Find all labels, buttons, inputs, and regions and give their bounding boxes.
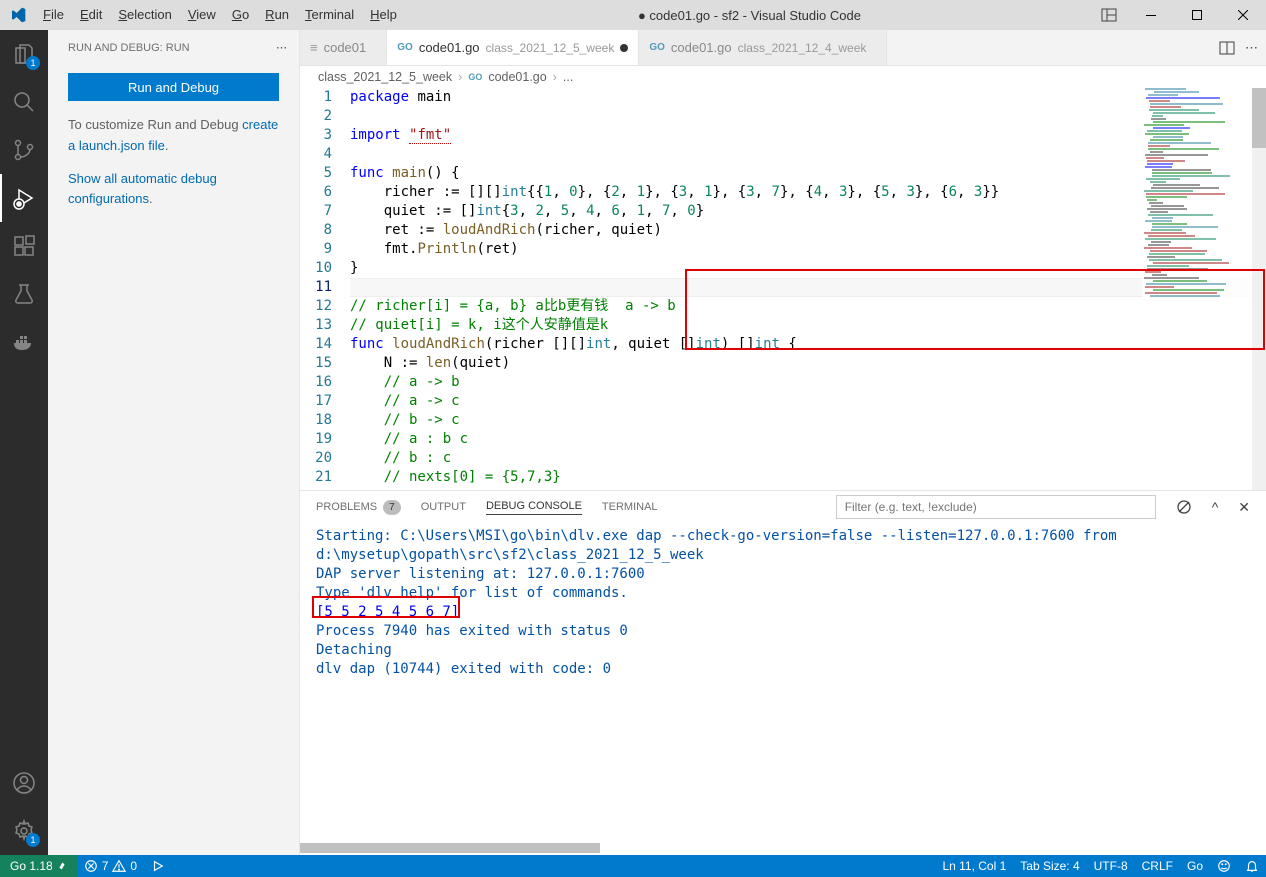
breadcrumb[interactable]: class_2021_12_5_week› GOcode01.go› ... <box>300 66 1266 88</box>
explorer-icon[interactable]: 1 <box>0 30 48 78</box>
bottom-panel: PROBLEMS7 OUTPUT DEBUG CONSOLE TERMINAL … <box>300 490 1266 855</box>
tab-output[interactable]: OUTPUT <box>421 501 466 513</box>
sidebar-title: RUN AND DEBUG: RUN <box>68 42 190 54</box>
layout-customize-icon[interactable] <box>1094 0 1124 30</box>
extensions-icon[interactable] <box>0 222 48 270</box>
tab-problems[interactable]: PROBLEMS7 <box>316 500 401 515</box>
sidebar-more-icon[interactable]: ⋯ <box>276 41 287 54</box>
menu-run[interactable]: Run <box>257 0 297 30</box>
problems-count-badge: 7 <box>383 500 401 515</box>
docker-icon[interactable] <box>0 318 48 366</box>
run-and-debug-button[interactable]: Run and Debug <box>68 73 279 101</box>
tab-filename: code01.go <box>419 40 480 55</box>
console-line: dlv dap (10744) exited with code: 0 <box>316 660 1250 679</box>
status-debug-start-icon[interactable] <box>144 855 172 877</box>
explorer-badge: 1 <box>26 56 40 70</box>
menu-terminal[interactable]: Terminal <box>297 0 362 30</box>
code-content[interactable]: package mainimport "fmt"func main() { ri… <box>350 88 1266 490</box>
go-file-icon: GO <box>649 42 665 53</box>
main-area: 1 1 RUN AND DEBUG: RUN ⋯ Run and Debug T… <box>0 30 1266 855</box>
status-go-version[interactable]: Go 1.18 <box>0 855 77 877</box>
tab-terminal[interactable]: TERMINAL <box>602 501 658 513</box>
editor-tabs: ≡code01GOcode01.goclass_2021_12_5_weekGO… <box>300 30 1266 66</box>
tab-description: class_2021_12_5_week <box>486 41 615 55</box>
line-number-gutter: 123456789101112131415161718192021 <box>300 88 350 490</box>
panel-maximize-icon[interactable]: ^ <box>1212 499 1219 515</box>
modified-indicator-icon <box>620 44 628 52</box>
sidebar-text-1: To customize Run and Debug create a laun… <box>48 109 299 163</box>
sidebar: RUN AND DEBUG: RUN ⋯ Run and Debug To cu… <box>48 30 300 855</box>
close-button[interactable] <box>1220 0 1266 30</box>
panel-horizontal-scrollbar[interactable] <box>300 843 1266 855</box>
source-control-icon[interactable] <box>0 126 48 174</box>
testing-icon[interactable] <box>0 270 48 318</box>
clear-console-icon[interactable] <box>1176 499 1192 515</box>
status-bar: Go 1.18 7 0 Ln 11, Col 1 Tab Size: 4 UTF… <box>0 855 1266 877</box>
console-line: Starting: C:\Users\MSI\go\bin\dlv.exe da… <box>316 527 1250 565</box>
tab-debug-console[interactable]: DEBUG CONSOLE <box>486 500 582 515</box>
accounts-icon[interactable] <box>0 759 48 807</box>
sidebar-header: RUN AND DEBUG: RUN ⋯ <box>48 30 299 65</box>
activity-bar: 1 1 <box>0 30 48 855</box>
settings-icon[interactable]: 1 <box>0 807 48 855</box>
status-tab-size[interactable]: Tab Size: 4 <box>1013 855 1086 877</box>
vscode-logo-icon <box>0 7 35 23</box>
panel-close-icon[interactable]: ✕ <box>1238 499 1250 516</box>
editor-tab[interactable]: GO code01.go class_2021_12_5_week <box>387 30 639 65</box>
menubar: FileEditSelectionViewGoRunTerminalHelp <box>35 0 405 30</box>
scrollbar-thumb[interactable] <box>1252 88 1266 148</box>
tab-filename: code01.go <box>671 40 732 55</box>
minimap[interactable] <box>1142 88 1252 490</box>
panel-tablist: PROBLEMS7 OUTPUT DEBUG CONSOLE TERMINAL … <box>300 491 1266 523</box>
status-language[interactable]: Go <box>1180 855 1210 877</box>
window-title: ● code01.go - sf2 - Visual Studio Code <box>405 8 1094 23</box>
editor-tab[interactable]: GO code01.go class_2021_12_4_week <box>639 30 887 65</box>
split-editor-icon[interactable] <box>1219 40 1235 56</box>
editor-vertical-scrollbar[interactable] <box>1252 88 1266 490</box>
menu-selection[interactable]: Selection <box>110 0 179 30</box>
panel-filter-input[interactable] <box>836 495 1156 519</box>
title-bar: FileEditSelectionViewGoRunTerminalHelp ●… <box>0 0 1266 30</box>
debug-console-output[interactable]: Starting: C:\Users\MSI\go\bin\dlv.exe da… <box>300 523 1266 843</box>
editor-area[interactable]: 123456789101112131415161718192021 packag… <box>300 88 1266 490</box>
maximize-button[interactable] <box>1174 0 1220 30</box>
menu-file[interactable]: File <box>35 0 72 30</box>
sidebar-text-2: Show all automatic debug configurations. <box>48 163 299 217</box>
scrollbar-thumb[interactable] <box>300 843 600 853</box>
settings-badge: 1 <box>26 833 40 847</box>
tab-more-icon[interactable]: ⋯ <box>1245 40 1258 56</box>
tab-description: class_2021_12_4_week <box>738 41 867 55</box>
minimize-button[interactable] <box>1128 0 1174 30</box>
editor-tab[interactable]: ≡ code01 <box>300 30 387 65</box>
status-encoding[interactable]: UTF-8 <box>1087 855 1135 877</box>
status-problems[interactable]: 7 0 <box>77 855 144 877</box>
go-file-icon: GO <box>468 72 482 82</box>
run-debug-icon[interactable] <box>0 174 48 222</box>
search-icon[interactable] <box>0 78 48 126</box>
console-line: DAP server listening at: 127.0.0.1:7600 <box>316 565 1250 584</box>
menu-help[interactable]: Help <box>362 0 405 30</box>
status-cursor-position[interactable]: Ln 11, Col 1 <box>935 855 1013 877</box>
menu-go[interactable]: Go <box>224 0 257 30</box>
status-feedback-icon[interactable] <box>1210 855 1238 877</box>
window-controls <box>1128 0 1266 30</box>
tab-filename: code01 <box>324 40 367 55</box>
file-icon: ≡ <box>310 40 318 55</box>
console-line: Detaching <box>316 641 1250 660</box>
console-line: Type 'dlv help' for list of commands. <box>316 584 1250 603</box>
show-auto-config-link[interactable]: Show all automatic debug configurations <box>68 171 217 207</box>
console-line: [5 5 2 5 4 5 6 7] <box>316 603 1250 622</box>
menu-view[interactable]: View <box>180 0 224 30</box>
editor-group: ≡code01GOcode01.goclass_2021_12_5_weekGO… <box>300 30 1266 855</box>
go-file-icon: GO <box>397 42 413 53</box>
menu-edit[interactable]: Edit <box>72 0 110 30</box>
console-line: Process 7940 has exited with status 0 <box>316 622 1250 641</box>
status-eol[interactable]: CRLF <box>1135 855 1180 877</box>
status-notifications-icon[interactable] <box>1238 855 1266 877</box>
